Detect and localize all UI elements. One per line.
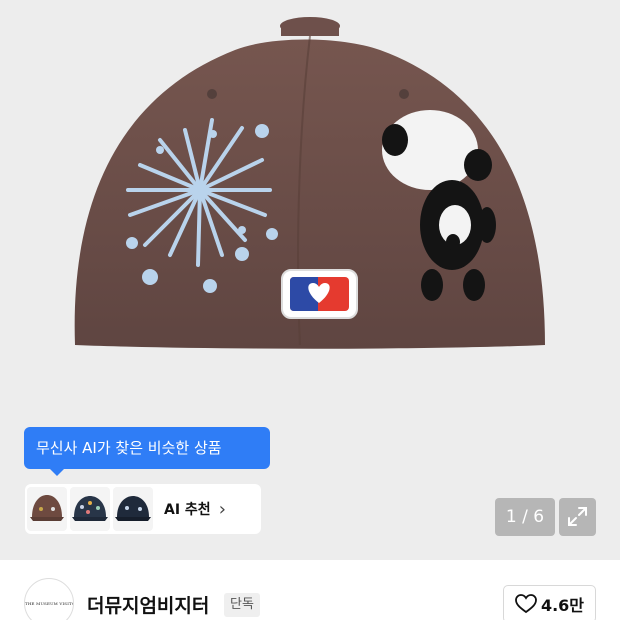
ai-recommendation-tooltip: 무신사 AI가 찾은 비슷한 상품 — [24, 427, 270, 476]
reco-thumbnail-brown-cap — [27, 487, 67, 531]
ai-recommendation-label: AI 추천 — [164, 502, 211, 518]
exclusive-badge: 단독 — [224, 593, 260, 617]
expand-image-button[interactable] — [559, 498, 596, 536]
brand-logo[interactable]: THE MUSEUM VISITOR — [24, 578, 74, 620]
like-button[interactable]: 4.6만 — [503, 585, 596, 620]
image-pager-text: 1 / 6 — [505, 507, 545, 527]
expand-icon — [568, 507, 587, 526]
product-image-cap — [74, 17, 545, 349]
brand-logo-text: THE MUSEUM VISITOR — [25, 601, 74, 606]
brand-name-link[interactable]: 더뮤지엄비지터 — [87, 591, 209, 618]
image-pager: 1 / 6 — [495, 498, 555, 536]
heart-outline-icon — [515, 594, 537, 614]
chevron-right-icon: › — [218, 498, 226, 520]
reco-thumbnail-navy-cap — [113, 487, 153, 531]
ai-recommendation-button[interactable]: AI 추천 › — [25, 484, 261, 534]
like-count: 4.6만 — [540, 596, 585, 615]
product-image-gallery[interactable]: 무신사 AI가 찾은 비슷한 상품 AI 추천 › 1 / 6 — [0, 0, 620, 560]
ai-tooltip-text: 무신사 AI가 찾은 비슷한 상품 — [36, 439, 222, 457]
brand-row: THE MUSEUM VISITOR 더뮤지엄비지터 단독 4.6만 — [0, 560, 620, 620]
reco-thumbnail-navy-cap-patches — [70, 487, 110, 531]
